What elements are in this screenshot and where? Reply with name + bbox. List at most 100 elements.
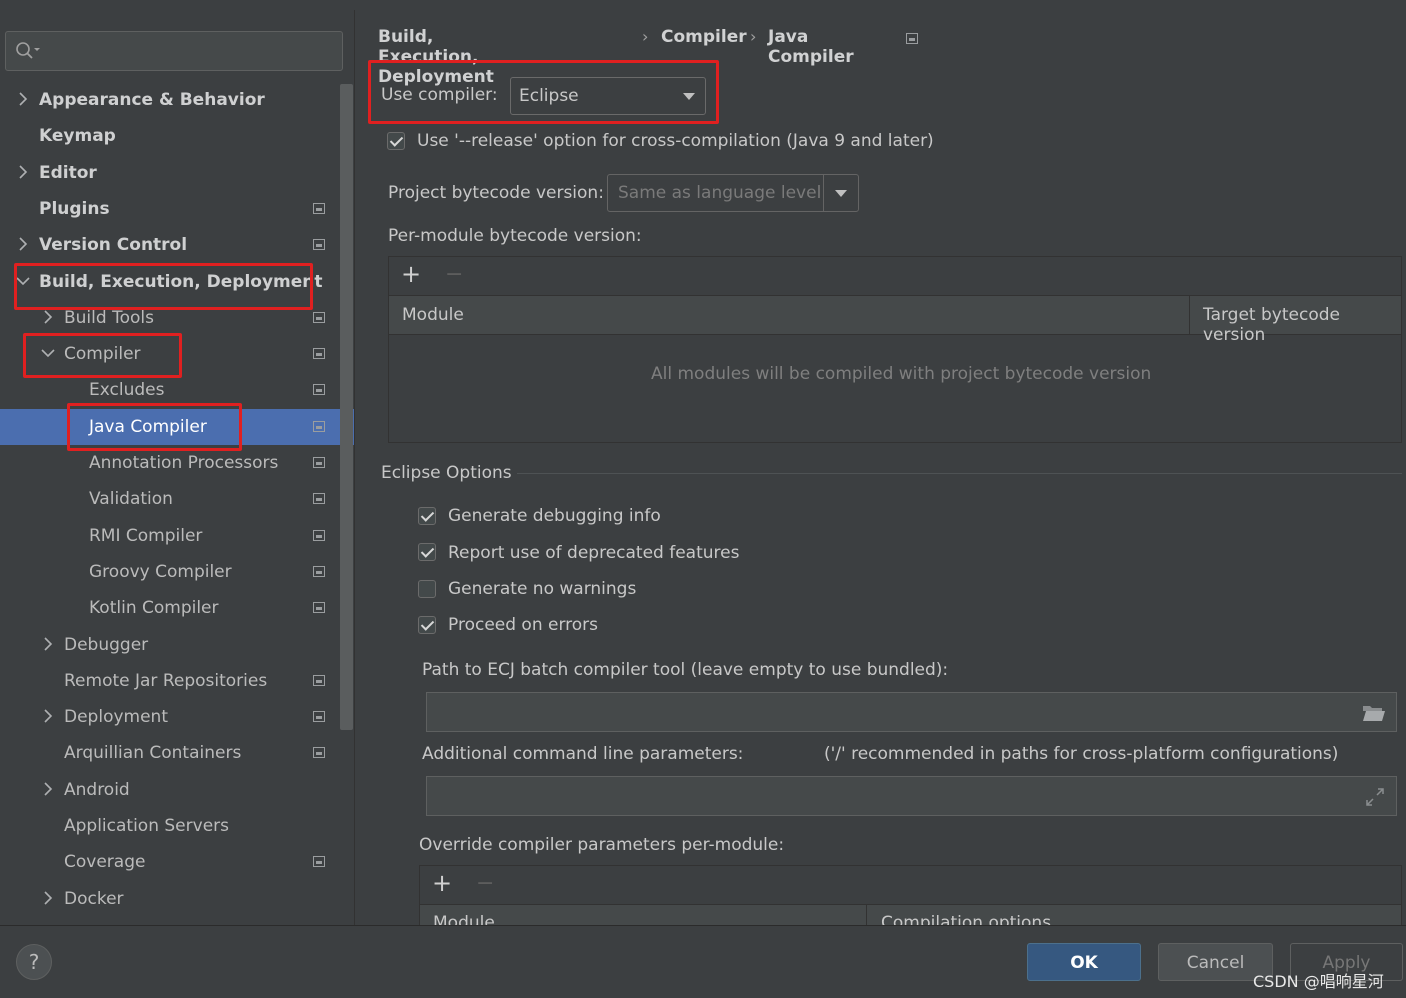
sidebar-item-label: Coverage bbox=[64, 852, 146, 872]
proceed-on-errors-label: Proceed on errors bbox=[448, 615, 599, 635]
ecj-path-field[interactable] bbox=[426, 692, 1397, 732]
project-scope-icon bbox=[313, 421, 325, 432]
section-separator bbox=[517, 473, 1402, 474]
per-module-table: + − Module Target bytecode version All m… bbox=[388, 256, 1402, 443]
sidebar-item-plugins[interactable]: Plugins bbox=[0, 191, 340, 227]
sidebar-item-remote-jar-repositories[interactable]: Remote Jar Repositories bbox=[0, 663, 340, 699]
remove-icon[interactable]: − bbox=[476, 871, 494, 896]
sidebar-item-deployment[interactable]: Deployment bbox=[0, 699, 340, 735]
chevron-right-icon[interactable] bbox=[16, 155, 30, 191]
breadcrumb-part-2[interactable]: Compiler bbox=[661, 27, 747, 47]
column-divider bbox=[1189, 296, 1190, 334]
project-scope-icon bbox=[313, 203, 325, 214]
generate-debug-info-checkbox[interactable] bbox=[418, 507, 436, 525]
chevron-right-icon[interactable] bbox=[41, 699, 55, 735]
sidebar-item-label: RMI Compiler bbox=[89, 526, 203, 546]
folder-icon[interactable] bbox=[1362, 703, 1386, 723]
add-icon[interactable]: + bbox=[401, 260, 421, 288]
chevron-right-icon[interactable] bbox=[41, 772, 55, 808]
remove-icon[interactable]: − bbox=[445, 262, 463, 287]
sidebar-item-label: Application Servers bbox=[64, 816, 229, 836]
proceed-on-errors-checkbox[interactable] bbox=[418, 616, 436, 634]
chevron-right-icon[interactable] bbox=[41, 881, 55, 917]
project-scope-icon bbox=[313, 239, 325, 250]
chevron-right-icon[interactable] bbox=[16, 227, 30, 263]
project-scope-icon bbox=[313, 711, 325, 722]
report-deprecated-label: Report use of deprecated features bbox=[448, 543, 740, 563]
ok-button[interactable]: OK bbox=[1027, 943, 1141, 981]
watermark-text: CSDN @唱响星河 bbox=[1253, 972, 1384, 991]
chevron-down-icon[interactable] bbox=[16, 264, 30, 300]
sidebar-item-excludes[interactable]: Excludes bbox=[0, 372, 340, 408]
project-scope-icon bbox=[313, 493, 325, 504]
project-scope-icon bbox=[906, 33, 918, 44]
sidebar-item-build-tools[interactable]: Build Tools bbox=[0, 300, 340, 336]
override-label: Override compiler parameters per-module: bbox=[419, 835, 785, 855]
column-header-target[interactable]: Target bytecode version bbox=[1203, 305, 1401, 345]
project-scope-icon bbox=[313, 530, 325, 541]
sidebar-item-application-servers[interactable]: Application Servers bbox=[0, 808, 340, 844]
sidebar-item-appearance-behavior[interactable]: Appearance & Behavior bbox=[0, 82, 340, 118]
eclipse-options-title: Eclipse Options bbox=[381, 463, 512, 483]
generate-debug-info-label: Generate debugging info bbox=[448, 506, 661, 526]
sidebar-item-coverage[interactable]: Coverage bbox=[0, 844, 340, 880]
use-compiler-dropdown[interactable]: Eclipse bbox=[510, 77, 706, 115]
search-field[interactable] bbox=[5, 31, 343, 71]
sidebar-item-label: Excludes bbox=[89, 380, 165, 400]
project-scope-icon bbox=[313, 566, 325, 577]
project-scope-icon bbox=[313, 312, 325, 323]
expand-icon[interactable] bbox=[1364, 786, 1386, 808]
sidebar-item-android[interactable]: Android bbox=[0, 772, 340, 808]
sidebar-item-java-compiler[interactable]: Java Compiler bbox=[0, 409, 354, 445]
release-option-checkbox[interactable] bbox=[387, 132, 405, 150]
project-scope-icon bbox=[313, 675, 325, 686]
empty-table-text: All modules will be compiled with projec… bbox=[651, 364, 1152, 384]
sidebar-item-annotation-processors[interactable]: Annotation Processors bbox=[0, 445, 340, 481]
sidebar-item-version-control[interactable]: Version Control bbox=[0, 227, 340, 263]
title-bar bbox=[0, 0, 1406, 10]
combo-divider bbox=[823, 175, 824, 211]
sidebar-item-label: Build Tools bbox=[64, 308, 154, 328]
breadcrumb-part-1[interactable]: Build, Execution, Deployment bbox=[378, 27, 494, 87]
report-deprecated-checkbox[interactable] bbox=[418, 543, 436, 561]
sidebar-item-label: Deployment bbox=[64, 707, 168, 727]
additional-params-label: Additional command line parameters: bbox=[422, 744, 744, 764]
search-icon bbox=[16, 42, 40, 59]
project-scope-icon bbox=[313, 602, 325, 613]
sidebar-item-docker[interactable]: Docker bbox=[0, 881, 340, 917]
project-scope-icon bbox=[313, 457, 325, 468]
project-scope-icon bbox=[313, 747, 325, 758]
ecj-path-label: Path to ECJ batch compiler tool (leave e… bbox=[422, 660, 949, 680]
search-input[interactable] bbox=[42, 36, 336, 66]
breadcrumb-separator-2: › bbox=[750, 27, 757, 46]
sidebar-item-arquillian-containers[interactable]: Arquillian Containers bbox=[0, 735, 340, 771]
sidebar-item-editor[interactable]: Editor bbox=[0, 155, 340, 191]
sidebar-scrollbar[interactable] bbox=[340, 84, 353, 730]
sidebar-item-keymap[interactable]: Keymap bbox=[0, 118, 340, 154]
additional-params-field[interactable] bbox=[426, 776, 1397, 816]
sidebar-item-kotlin-compiler[interactable]: Kotlin Compiler bbox=[0, 590, 340, 626]
generate-no-warnings-label: Generate no warnings bbox=[448, 579, 637, 599]
add-icon[interactable]: + bbox=[432, 869, 452, 897]
breadcrumb-part-3: Java Compiler bbox=[768, 27, 854, 67]
sidebar-item-validation[interactable]: Validation bbox=[0, 481, 340, 517]
bytecode-version-combo[interactable]: Same as language level bbox=[607, 174, 859, 212]
chevron-down-icon[interactable] bbox=[41, 336, 55, 372]
sidebar-item-label: Remote Jar Repositories bbox=[64, 671, 268, 691]
override-toolbar: + − bbox=[420, 866, 1401, 905]
sidebar-item-rmi-compiler[interactable]: RMI Compiler bbox=[0, 518, 340, 554]
additional-params-hint: ('/' recommended in paths for cross-plat… bbox=[824, 744, 1339, 764]
help-button[interactable]: ? bbox=[16, 944, 52, 980]
bytecode-version-value: Same as language level bbox=[618, 183, 822, 203]
generate-no-warnings-checkbox[interactable] bbox=[418, 580, 436, 598]
sidebar-item-label: Arquillian Containers bbox=[64, 743, 242, 763]
use-compiler-value: Eclipse bbox=[519, 86, 579, 106]
sidebar-item-build-execution-deployment[interactable]: Build, Execution, Deployment bbox=[0, 264, 340, 300]
sidebar-item-groovy-compiler[interactable]: Groovy Compiler bbox=[0, 554, 340, 590]
sidebar-item-compiler[interactable]: Compiler bbox=[0, 336, 340, 372]
column-header-module[interactable]: Module bbox=[402, 305, 464, 325]
chevron-right-icon[interactable] bbox=[16, 82, 30, 118]
chevron-right-icon[interactable] bbox=[41, 627, 55, 663]
sidebar-item-debugger[interactable]: Debugger bbox=[0, 627, 340, 663]
chevron-right-icon[interactable] bbox=[41, 300, 55, 336]
